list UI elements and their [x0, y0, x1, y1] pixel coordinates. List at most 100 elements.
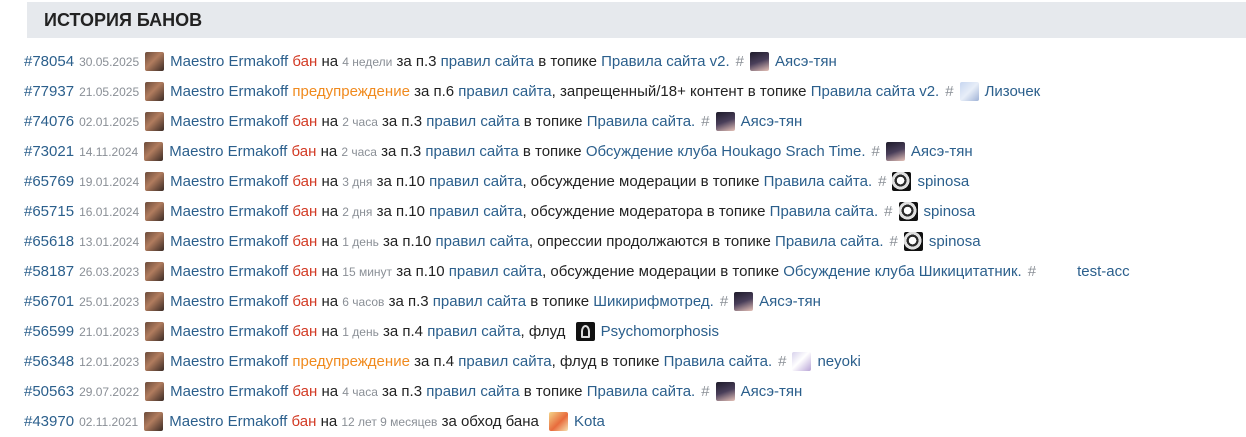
- moderator-link[interactable]: Maestro Ermakoff: [170, 173, 288, 190]
- topic-link[interactable]: Правила сайта.: [770, 203, 879, 220]
- comment-hash-link[interactable]: #: [701, 113, 709, 130]
- ban-id-link[interactable]: #65618: [24, 233, 74, 250]
- comment-hash-link[interactable]: #: [736, 53, 744, 70]
- moderator-avatar-icon[interactable]: [145, 201, 165, 221]
- user-avatar-icon[interactable]: [549, 411, 569, 431]
- topic-link[interactable]: Шикирифмотред.: [593, 293, 714, 310]
- moderator-link[interactable]: Maestro Ermakoff: [170, 203, 288, 220]
- user-link[interactable]: Лизочек: [985, 83, 1041, 100]
- moderator-link[interactable]: Maestro Ermakoff: [170, 83, 288, 100]
- topic-link[interactable]: Правила сайта.: [775, 233, 884, 250]
- user-avatar-icon[interactable]: [959, 81, 979, 101]
- moderator-avatar-icon[interactable]: [145, 111, 165, 131]
- ban-id-link[interactable]: #78054: [24, 53, 74, 70]
- user-link[interactable]: Kota: [574, 413, 605, 430]
- moderator-link[interactable]: Maestro Ermakoff: [170, 233, 288, 250]
- moderator-avatar-icon[interactable]: [145, 81, 165, 101]
- user-link[interactable]: spinosa: [929, 233, 981, 250]
- ban-id-link[interactable]: #73021: [24, 143, 74, 160]
- moderator-avatar-icon[interactable]: [145, 381, 165, 401]
- moderator-link[interactable]: Maestro Ermakoff: [170, 353, 288, 370]
- moderator-link[interactable]: Maestro Ermakoff: [169, 413, 287, 430]
- topic-link[interactable]: Правила сайта.: [664, 353, 773, 370]
- rules-link[interactable]: правил сайта: [426, 113, 519, 130]
- user-link[interactable]: test-acc: [1077, 263, 1130, 280]
- user-avatar-icon[interactable]: [750, 51, 769, 71]
- moderator-link[interactable]: Maestro Ermakoff: [170, 263, 288, 280]
- user-avatar-icon[interactable]: [892, 171, 912, 191]
- ban-id-link[interactable]: #56348: [24, 353, 74, 370]
- user-avatar-icon[interactable]: [885, 141, 905, 161]
- user-link[interactable]: Аясэ-тян: [759, 293, 821, 310]
- moderator-avatar-icon[interactable]: [145, 291, 165, 311]
- user-link[interactable]: spinosa: [924, 203, 976, 220]
- user-avatar-icon[interactable]: [715, 381, 735, 401]
- comment-hash-link[interactable]: #: [872, 143, 880, 160]
- moderator-avatar-icon[interactable]: [144, 411, 164, 431]
- ban-id-link[interactable]: #50563: [24, 383, 74, 400]
- topic-link[interactable]: Правила сайта.: [587, 383, 696, 400]
- moderator-link[interactable]: Maestro Ermakoff: [170, 383, 288, 400]
- rules-link[interactable]: правил сайта: [426, 383, 519, 400]
- user-avatar-icon[interactable]: [898, 201, 918, 221]
- moderator-link[interactable]: Maestro Ermakoff: [169, 143, 287, 160]
- comment-hash-link[interactable]: #: [890, 233, 898, 250]
- rules-link[interactable]: правил сайта: [427, 323, 520, 340]
- rules-link[interactable]: правил сайта: [429, 173, 522, 190]
- user-link[interactable]: Аясэ-тян: [741, 113, 803, 130]
- moderator-link[interactable]: Maestro Ermakoff: [170, 293, 288, 310]
- comment-hash-link[interactable]: #: [878, 173, 886, 190]
- moderator-avatar-icon[interactable]: [145, 261, 165, 281]
- rules-link[interactable]: правил сайта: [425, 143, 518, 160]
- topic-link[interactable]: Правила сайта v2.: [811, 83, 940, 100]
- ban-id-link[interactable]: #74076: [24, 113, 74, 130]
- topic-link[interactable]: Правила сайта.: [587, 113, 696, 130]
- comment-hash-link[interactable]: #: [884, 203, 892, 220]
- moderator-avatar-icon[interactable]: [145, 351, 165, 371]
- ban-id-link[interactable]: #77937: [24, 83, 74, 100]
- topic-link[interactable]: Обсуждение клуба Шикицитатник.: [783, 263, 1021, 280]
- rules-link[interactable]: правил сайта: [436, 233, 529, 250]
- comment-hash-link[interactable]: #: [778, 353, 786, 370]
- topic-link[interactable]: Обсуждение клуба Houkago Srach Time.: [586, 143, 866, 160]
- ban-id-link[interactable]: #65769: [24, 173, 74, 190]
- ban-id-link[interactable]: #56701: [24, 293, 74, 310]
- user-link[interactable]: Аясэ-тян: [775, 53, 837, 70]
- topic-link[interactable]: Правила сайта v2.: [601, 53, 730, 70]
- user-avatar-icon[interactable]: [715, 111, 735, 131]
- moderator-avatar-icon[interactable]: [144, 141, 164, 161]
- comment-hash-link[interactable]: #: [701, 383, 709, 400]
- moderator-link[interactable]: Maestro Ermakoff: [170, 113, 288, 130]
- topic-link[interactable]: Правила сайта.: [764, 173, 873, 190]
- user-avatar-icon[interactable]: [575, 321, 595, 341]
- rules-link[interactable]: правил сайта: [429, 203, 522, 220]
- user-link[interactable]: spinosa: [917, 173, 969, 190]
- user-avatar-icon[interactable]: [1042, 262, 1071, 281]
- rules-link[interactable]: правил сайта: [458, 353, 551, 370]
- user-avatar-icon[interactable]: [734, 291, 754, 311]
- moderator-avatar-icon[interactable]: [145, 321, 165, 341]
- topic-prefix: в топике: [747, 83, 807, 101]
- comment-hash-link[interactable]: #: [945, 83, 953, 100]
- user-link[interactable]: Psychomorphosis: [601, 323, 719, 340]
- user-link[interactable]: Аясэ-тян: [741, 383, 803, 400]
- ban-id-link[interactable]: #43970: [24, 413, 74, 430]
- user-link[interactable]: neyoki: [817, 353, 860, 370]
- user-link[interactable]: Аясэ-тян: [911, 143, 973, 160]
- moderator-avatar-icon[interactable]: [145, 171, 165, 191]
- user-avatar-icon[interactable]: [792, 351, 812, 371]
- moderator-link[interactable]: Maestro Ermakoff: [170, 323, 288, 340]
- moderator-avatar-icon[interactable]: [145, 231, 165, 251]
- moderator-avatar-icon[interactable]: [145, 51, 165, 71]
- comment-hash-link[interactable]: #: [1028, 263, 1036, 280]
- rules-link[interactable]: правил сайта: [458, 83, 551, 100]
- comment-hash-link[interactable]: #: [720, 293, 728, 310]
- ban-id-link[interactable]: #56599: [24, 323, 74, 340]
- ban-id-link[interactable]: #65715: [24, 203, 74, 220]
- user-avatar-icon[interactable]: [903, 231, 923, 251]
- moderator-link[interactable]: Maestro Ermakoff: [170, 53, 288, 70]
- ban-id-link[interactable]: #58187: [24, 263, 74, 280]
- rules-link[interactable]: правил сайта: [433, 293, 526, 310]
- rules-link[interactable]: правил сайта: [441, 53, 534, 70]
- rules-link[interactable]: правил сайта: [449, 263, 542, 280]
